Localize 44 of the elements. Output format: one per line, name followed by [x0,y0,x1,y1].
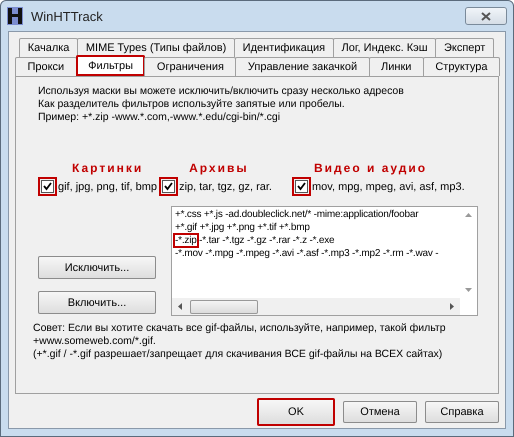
hint-text: +www.someweb.com/*.gif. [33,335,157,348]
filter-button[interactable]: Включить... [38,291,156,314]
window-title: WinHTTrack [31,8,103,24]
close-icon [481,12,491,20]
tab[interactable]: Прокси [15,57,77,76]
dialog-button[interactable]: Справка [425,401,499,423]
tab[interactable]: Структура [422,57,500,76]
checkbox-label: zip, tar, tgz, gz, rar. [179,180,272,192]
hint-text: Совет: Если вы хотите скачать все gif-файлы, используйте, например, такой фильтр [33,322,447,335]
tab[interactable]: Качалка [19,38,78,57]
tab[interactable]: Эксперт [435,38,494,57]
app-icon [7,7,23,25]
check-icon [164,182,174,191]
annotation-label: Картинки [71,161,144,177]
checkbox[interactable] [292,177,311,196]
dialog-button[interactable]: OK [257,398,335,426]
checkbox[interactable] [38,177,57,196]
dialog-button[interactable]: Отмена [343,401,417,423]
annotation-label: Архивы [188,161,250,177]
checkbox[interactable] [159,177,178,196]
filter-text-area[interactable] [171,206,478,316]
scroll-down-icon [465,288,472,292]
instruction-text: Пример: +*.zip -www.*.com,-www.*.edu/cgi-bin/*.cgi [38,111,282,124]
check-icon [297,182,306,191]
tab[interactable]: Ограничения [144,57,236,76]
horizontal-scrollbar[interactable] [172,298,460,315]
tab[interactable]: Фильтры [76,55,146,76]
scroll-thumb[interactable] [190,300,258,314]
scroll-left-icon [178,303,182,310]
filter-line: +*.css +*.js -ad.doubleclick.net/* -mime:application/foobar [175,208,418,221]
checkbox-label: mov, mpg, mpeg, avi, asf, mp3. [312,180,465,192]
instruction-text: Как разделитель фильтров используйте запятые или пробелы. [38,98,346,111]
annotation-label: Видео и аудио [313,161,428,177]
checkbox-label: gif, jpg, png, tif, bmp [58,180,158,192]
filter-button[interactable]: Исключить... [38,256,156,279]
hint-text: (+*.gif / -*.gif разрешает/запрещает для скачивания ВСЕ gif-файлы на ВСЕХ сайтах) [33,348,444,361]
filter-line: +*.gif +*.jpg +*.png +*.tif +*.bmp [175,221,310,234]
close-button[interactable] [465,7,507,25]
filter-line: -*.zip -*.tar -*.tgz -*.gz -*.rar -*.z -*.exe [175,234,334,247]
scroll-up-icon [465,213,472,217]
instruction-text: Используя маски вы можете исключить/включить сразу несколько адресов [38,85,405,98]
filter-line: -*.mov -*.mpg -*.mpeg -*.avi -*.asf -*.mp3 -*.mp2 -*.rm -*.wav - [175,247,438,260]
scroll-right-icon [450,303,454,310]
check-icon [43,182,52,191]
